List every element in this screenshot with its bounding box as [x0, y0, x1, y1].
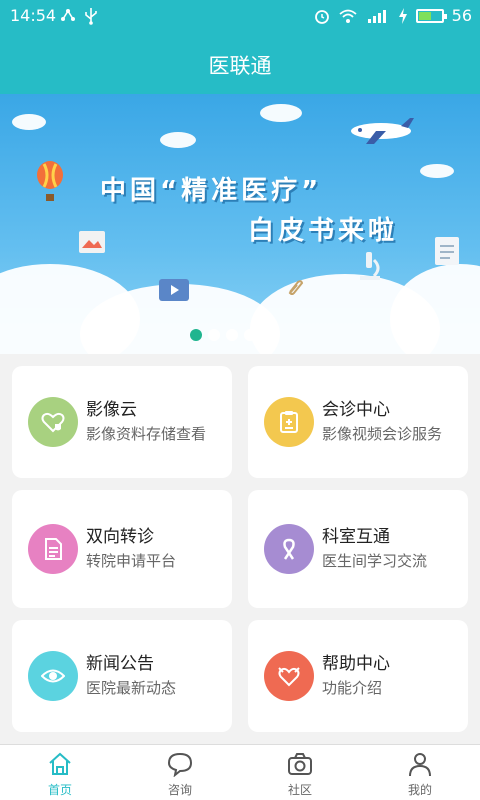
airplane-icon: [351, 118, 414, 144]
clipboard-medical-icon: [264, 397, 314, 447]
home-icon: [49, 752, 71, 775]
nav-tab[interactable]: 我的: [360, 745, 480, 800]
alarm-icon: [314, 9, 329, 24]
battery-icon: [415, 8, 447, 23]
feature-card[interactable]: 会诊中心影像视频会诊服务: [248, 366, 468, 478]
charging-icon: [398, 7, 407, 24]
feature-subtitle: 医院最新动态: [86, 679, 177, 697]
nav-tab[interactable]: 社区: [240, 745, 360, 800]
nav-tab[interactable]: 咨询: [120, 745, 240, 800]
person-icon: [409, 753, 431, 777]
microscope-icon: [360, 252, 380, 280]
feature-subtitle: 影像资料存储查看: [86, 425, 207, 443]
carousel-dot[interactable]: [190, 329, 202, 341]
feature-card[interactable]: 影像云影像资料存储查看: [12, 366, 232, 478]
usb-icon: [85, 8, 97, 25]
signal-icon: [367, 9, 386, 23]
carousel-dot[interactable]: [262, 329, 274, 341]
nav-tab-label: 首页: [47, 783, 72, 797]
handshake-heart-icon: [264, 651, 314, 701]
status-left-icons: [60, 7, 98, 25]
feature-title: 新闻公告: [86, 654, 154, 674]
share-icon: [61, 9, 75, 21]
status-time: 14:54: [10, 6, 57, 25]
banner-subheadline: 白皮书来啦: [248, 216, 399, 246]
promo-banner[interactable]: 中国“精准医疗” 白皮书来啦: [0, 94, 480, 354]
feature-card[interactable]: 新闻公告医院最新动态: [12, 620, 232, 732]
camera-icon: [288, 753, 312, 775]
nav-tab[interactable]: 首页: [0, 745, 120, 800]
document-icon: [28, 524, 78, 574]
cloud-decoration: [390, 264, 480, 354]
nav-tab-label: 我的: [407, 783, 432, 797]
carousel-dot[interactable]: [208, 329, 220, 341]
paperclip-icon: [288, 280, 304, 295]
heart-shield-icon: [28, 397, 78, 447]
carousel-dot[interactable]: [244, 329, 256, 341]
eye-icon: [28, 651, 78, 701]
banner-headline: 中国“精准医疗”: [100, 176, 323, 206]
feature-title: 双向转诊: [86, 527, 154, 547]
battery-level: 56: [451, 6, 472, 25]
feature-title: 科室互通: [322, 527, 390, 547]
cloud-decoration: [160, 132, 196, 148]
feature-title: 影像云: [86, 400, 137, 420]
feature-title: 会诊中心: [322, 400, 390, 420]
cloud-decoration: [420, 164, 454, 178]
feature-card[interactable]: 双向转诊转院申请平台: [12, 490, 232, 608]
feature-card[interactable]: 帮助中心 功能介绍: [248, 620, 468, 732]
clipboard-decoration-icon: [435, 237, 459, 265]
status-bar: 14:54 56: [0, 0, 480, 32]
app-header: 医联通: [0, 32, 480, 94]
wifi-icon: [339, 9, 357, 23]
nav-tab-label: 咨询: [167, 783, 192, 797]
chat-bubble-icon: [167, 752, 193, 777]
bottom-navigation: 首页 咨询 社区 我的: [0, 744, 480, 800]
feature-card[interactable]: 科室互通医生间学习交流: [248, 490, 468, 608]
photo-icon: [79, 231, 105, 253]
nav-tab-label: 社区: [287, 783, 312, 797]
video-play-icon: [159, 279, 189, 301]
cloud-decoration: [12, 114, 46, 130]
cloud-decoration: [260, 104, 302, 122]
page-title: 医联通: [208, 54, 272, 78]
status-right: 56: [314, 6, 472, 25]
carousel-indicator[interactable]: [190, 329, 274, 341]
feature-title: 帮助中心: [322, 654, 390, 674]
feature-subtitle: 医生间学习交流: [322, 552, 428, 570]
carousel-dot[interactable]: [226, 329, 238, 341]
hot-air-balloon-icon: [37, 161, 63, 201]
feature-subtitle: 转院申请平台: [86, 552, 177, 570]
feature-subtitle: 功能介绍: [322, 679, 383, 697]
ribbon-icon: [264, 524, 314, 574]
feature-subtitle: 影像视频会诊服务: [322, 425, 443, 443]
